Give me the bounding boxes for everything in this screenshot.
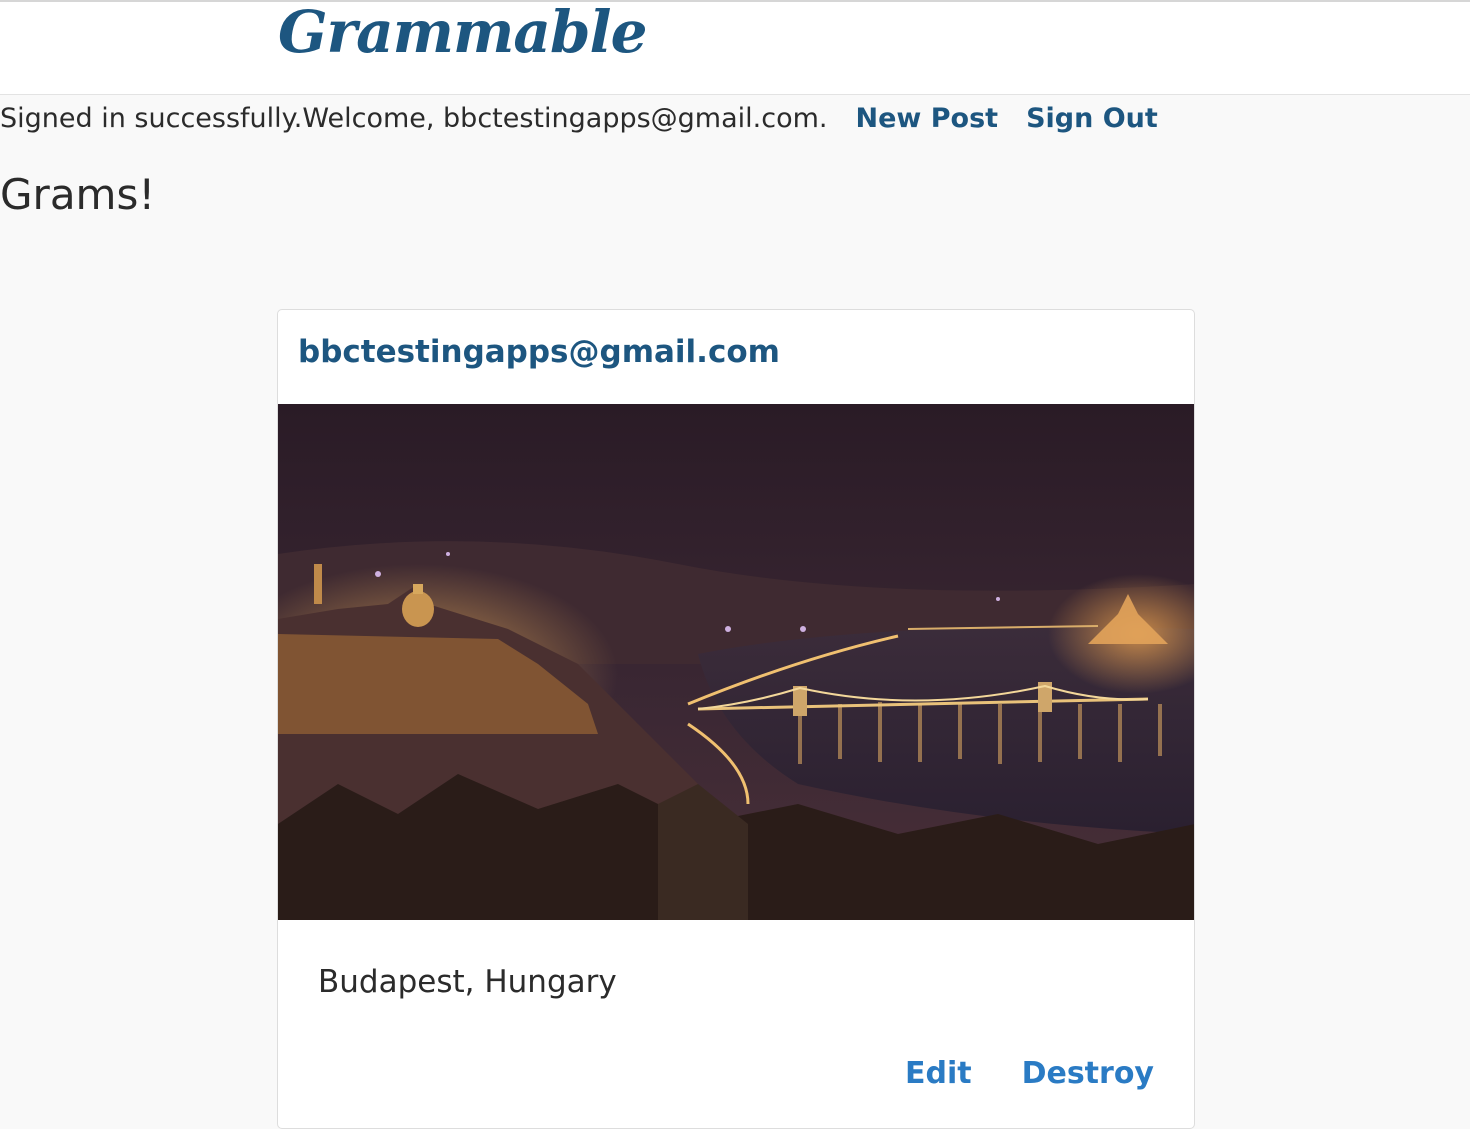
gram-photo xyxy=(278,404,1194,920)
sign-out-link[interactable]: Sign Out xyxy=(1026,103,1158,134)
welcome-message: Welcome, bbctestingapps@gmail.com. xyxy=(302,102,828,134)
site-header: Grammable xyxy=(0,0,1470,95)
brand-logo[interactable]: Grammable xyxy=(278,0,647,66)
status-bar: Signed in successfully. Welcome, bbctest… xyxy=(0,98,1158,138)
edit-gram-link[interactable]: Edit xyxy=(905,1056,972,1091)
gram-card: bbctestingapps@gmail.com Budapest, Hunga… xyxy=(277,309,1195,1129)
gram-caption: Budapest, Hungary xyxy=(318,964,617,1000)
gram-actions: Edit Destroy xyxy=(905,1056,1154,1091)
page-title: Grams! xyxy=(0,170,156,219)
destroy-gram-link[interactable]: Destroy xyxy=(1022,1056,1154,1091)
gram-author-link[interactable]: bbctestingapps@gmail.com xyxy=(298,334,780,370)
new-post-link[interactable]: New Post xyxy=(855,103,998,134)
flash-notice: Signed in successfully. xyxy=(0,102,303,134)
